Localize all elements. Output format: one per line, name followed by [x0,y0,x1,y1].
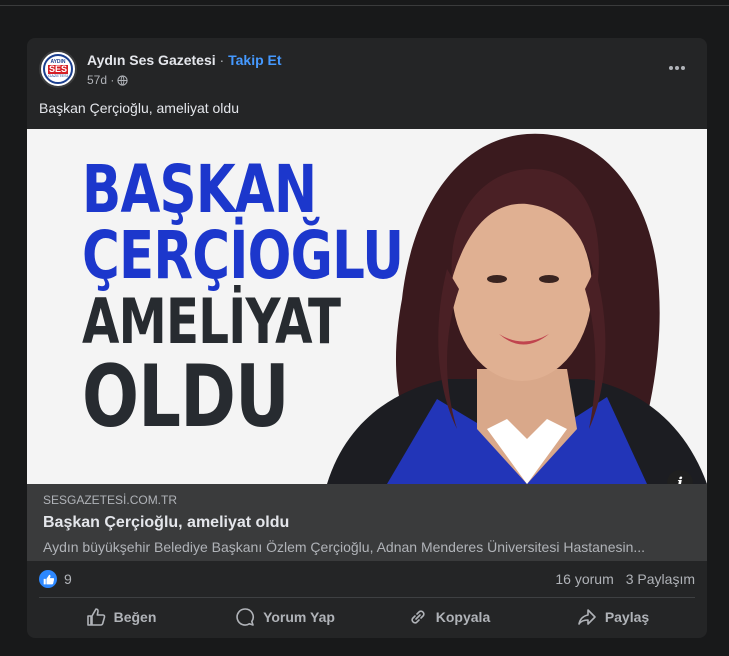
post-meta: 57d · [87,73,128,87]
thumbs-up-icon [86,608,105,626]
separator: · [215,52,229,68]
comment-icon [236,608,255,626]
share-button[interactable]: Paylaş [531,600,695,634]
post-card: AYDIN SES GAZETESİ Aydın Ses Gazetesi · … [27,38,707,638]
page-logo: AYDIN SES GAZETESİ [43,54,73,84]
like-button[interactable]: Beğen [39,600,203,634]
engagement-counts: 16 yorum 3 Paylaşım [555,571,695,587]
share-icon [578,609,596,625]
link-title: Başkan Çerçioğlu, ameliyat oldu [43,514,290,531]
link-description: Aydın büyükşehir Belediye Başkanı Özlem … [43,539,646,555]
link-icon [411,610,425,624]
link-domain: SESGAZETESİ.COM.TR [43,493,178,507]
post-caption: Başkan Çerçioğlu, ameliyat oldu [39,100,239,116]
like-label: Beğen [113,609,157,625]
comment-count[interactable]: 16 yorum [555,571,613,587]
reaction-stats: 9 16 yorum 3 Paylaşım [39,569,695,591]
portrait-photo [327,133,707,484]
copy-label: Kopyala [435,609,491,625]
comment-button[interactable]: Yorum Yap [203,600,367,634]
actions-divider [39,597,695,598]
thumbs-up-badge-icon[interactable] [39,570,57,588]
more-horizontal-icon[interactable] [665,56,689,80]
post-time[interactable]: 57d · [87,73,114,87]
comment-label: Yorum Yap [263,609,335,625]
avatar[interactable]: AYDIN SES GAZETESİ [39,50,77,88]
post-header: AYDIN SES GAZETESİ Aydın Ses Gazetesi · … [39,50,695,90]
page-name-line: Aydın Ses Gazetesi · Takip Et [87,52,282,68]
copy-link-button[interactable]: Kopyala [367,600,531,634]
share-count[interactable]: 3 Paylaşım [626,571,695,587]
post-image[interactable]: BAŞKAN ÇERÇİOĞLU AMELİYAT OLDU [27,129,707,484]
link-preview[interactable]: SESGAZETESİ.COM.TR Başkan Çerçioğlu, ame… [27,484,707,561]
like-count[interactable]: 9 [64,571,72,587]
globe-icon [117,74,128,86]
share-label: Paylaş [604,609,650,625]
page-name[interactable]: Aydın Ses Gazetesi [87,52,216,68]
logo-text-bottom: GAZETESİ [48,73,68,78]
follow-button[interactable]: Takip Et [228,52,281,68]
action-bar: Beğen Yorum Yap Kopyala Paylaş [39,600,695,634]
window-top-divider [0,5,729,6]
